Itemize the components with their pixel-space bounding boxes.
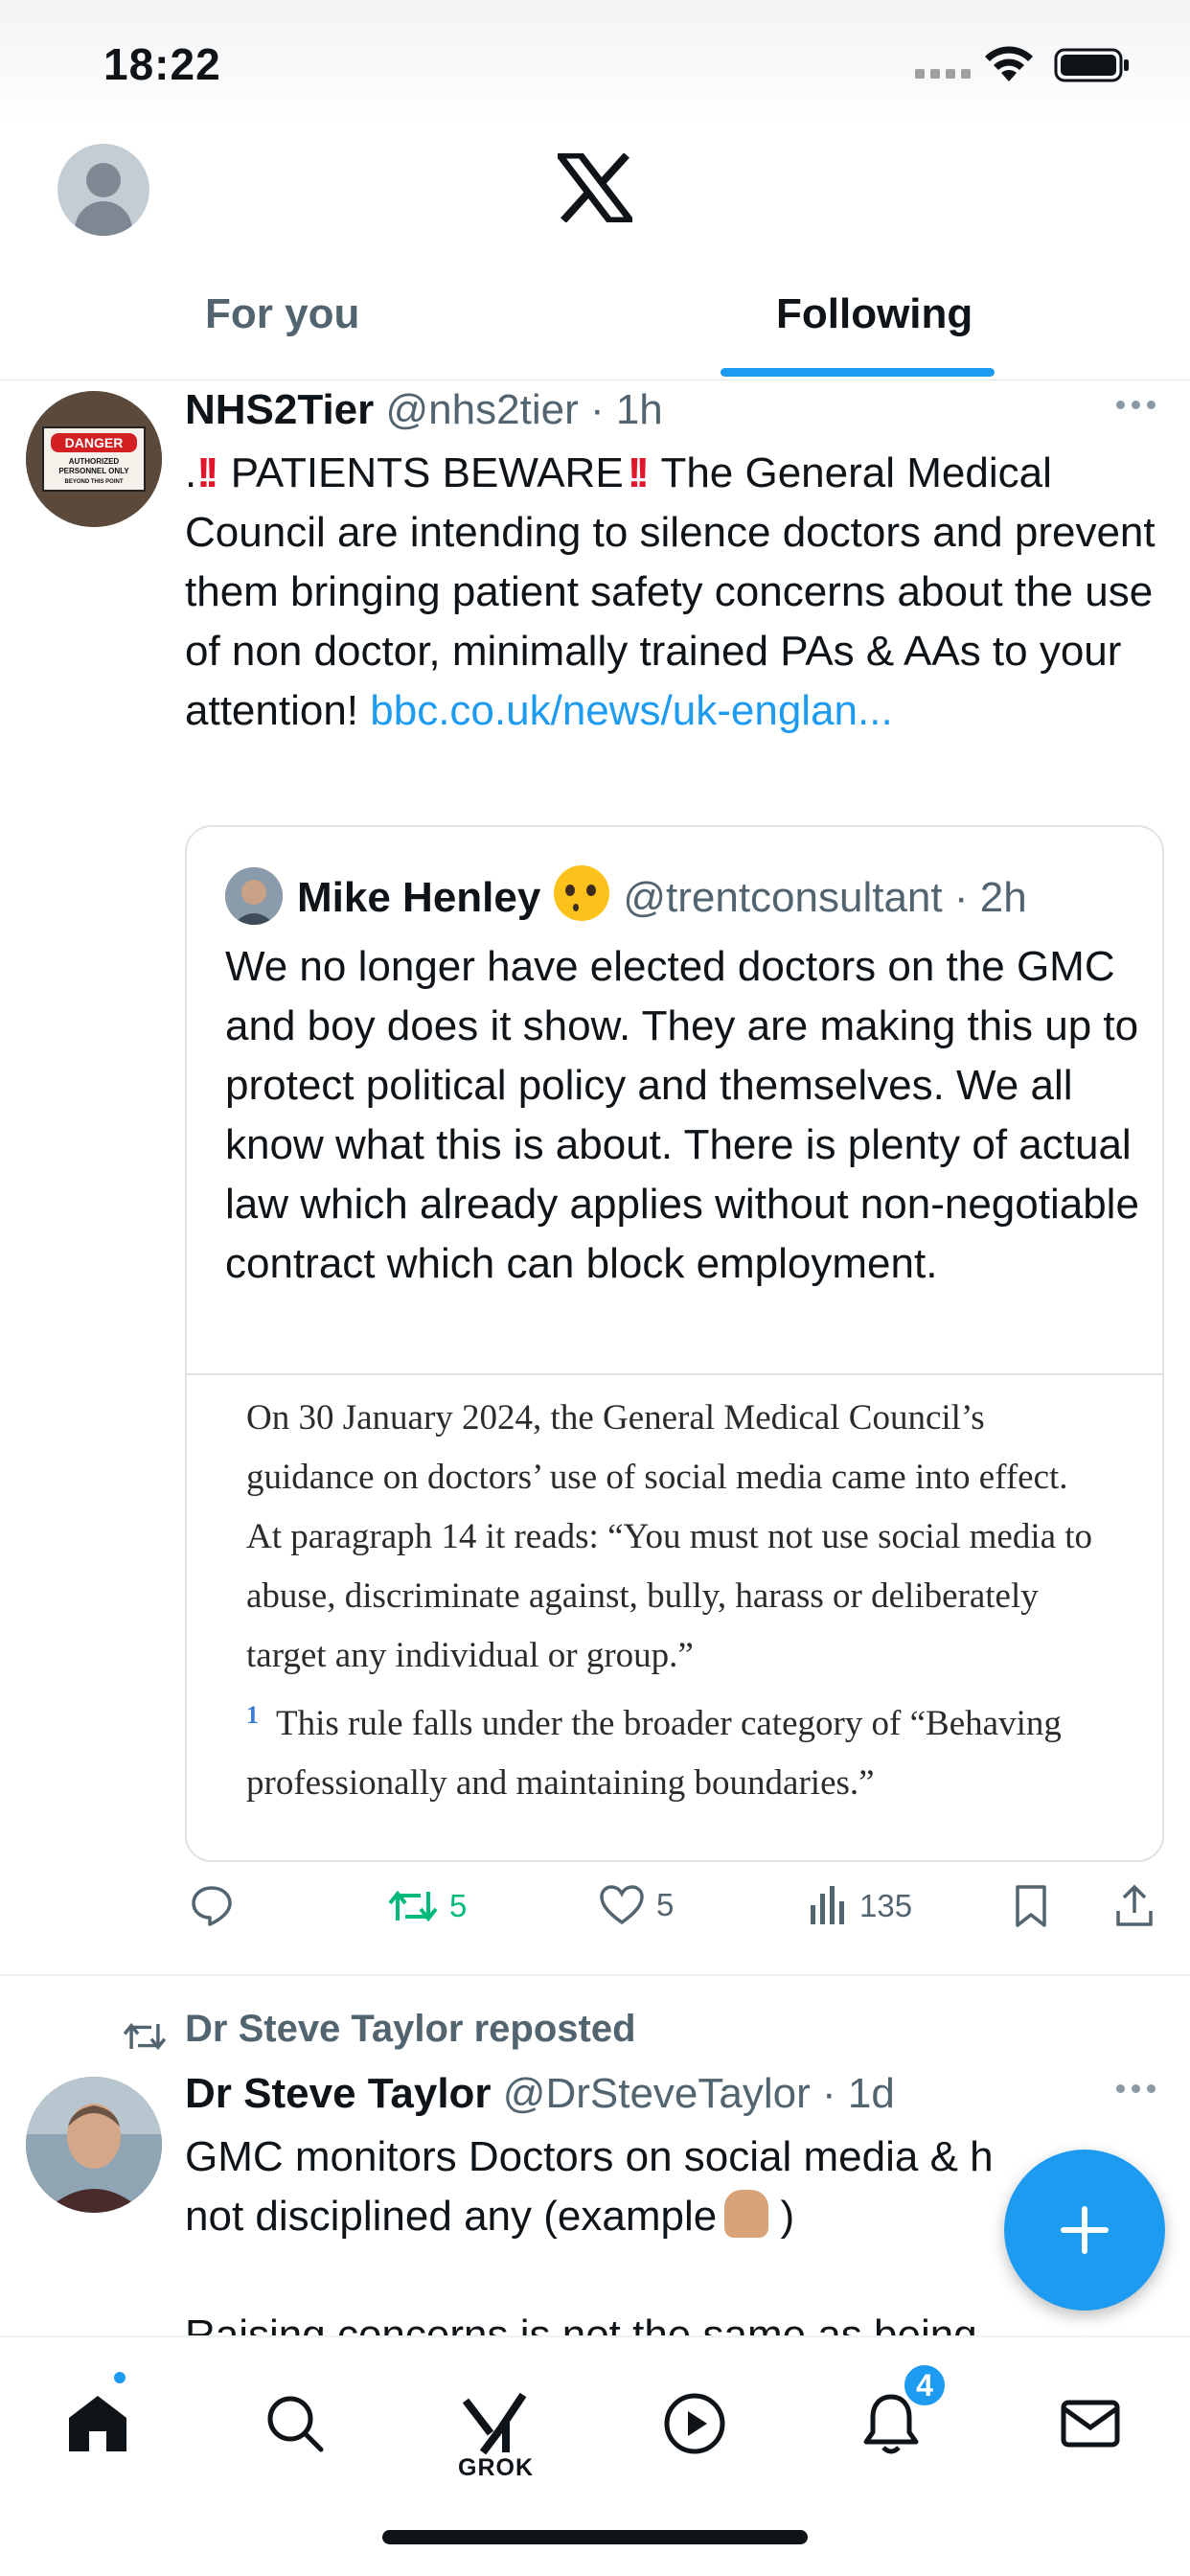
- author-name[interactable]: Dr Steve Taylor: [185, 2070, 492, 2117]
- repost-button[interactable]: 5: [388, 1884, 467, 1928]
- tweet-link[interactable]: bbc.co.uk/news/uk-englan...: [370, 687, 892, 734]
- double-exclamation-icon: !!: [627, 449, 650, 496]
- more-options-icon[interactable]: [1116, 401, 1156, 409]
- quote-author-name: Mike Henley: [297, 874, 541, 921]
- reposted-icon: [123, 2022, 167, 2051]
- nav-messages[interactable]: [1047, 2376, 1133, 2472]
- tweet-author-line: NHS2Tier @nhs2tier · 1h: [185, 386, 663, 433]
- tweet-text: .!! PATIENTS BEWARE!! The General Medica…: [185, 449, 1156, 734]
- share-icon: [1116, 1884, 1153, 1926]
- tweet-time: 1d: [847, 2070, 895, 2117]
- cellular-signal-icon: [915, 69, 971, 79]
- reposted-by-label[interactable]: Dr Steve Taylor reposted: [185, 2008, 636, 2051]
- reply-icon: [192, 1886, 232, 1926]
- nav-home[interactable]: [55, 2376, 141, 2472]
- svg-text:DANGER: DANGER: [65, 435, 124, 450]
- nav-search[interactable]: [252, 2376, 338, 2472]
- quote-text: We no longer have elected doctors on the…: [225, 943, 1139, 1287]
- home-icon: [69, 2396, 126, 2451]
- bookmark-icon: [1016, 1885, 1046, 1927]
- battery-icon: [1054, 48, 1129, 82]
- heart-icon: [600, 1885, 644, 1925]
- alert-text: PATIENTS BEWARE: [230, 449, 624, 496]
- author-handle[interactable]: @nhs2tier: [386, 386, 579, 433]
- repost-count: 5: [449, 1888, 468, 1923]
- tweet-divider: [0, 1974, 1190, 1976]
- author-avatar[interactable]: [26, 2077, 162, 2213]
- danger-sign-image: DANGER AUTHORIZED PERSONNEL ONLY BEYOND …: [26, 391, 162, 527]
- mail-icon: [1061, 2400, 1120, 2448]
- play-circle-icon: [664, 2393, 725, 2454]
- quote-author-handle: @trentconsultant: [623, 874, 943, 921]
- home-indicator[interactable]: [382, 2530, 808, 2544]
- tweet-actions: 5 5 135: [185, 1884, 1172, 1942]
- double-exclamation-icon: !!: [196, 449, 218, 496]
- grok-label: GROK: [458, 2454, 534, 2481]
- tab-following[interactable]: Following: [776, 290, 973, 338]
- view-count: 135: [859, 1888, 913, 1923]
- like-button[interactable]: 5: [599, 1884, 674, 1926]
- pointing-down-emoji-icon: [724, 2190, 769, 2238]
- notifications-badge: 4: [901, 2361, 949, 2409]
- x-logo-icon: [558, 153, 632, 222]
- compose-button[interactable]: [1004, 2150, 1165, 2311]
- quote-author-avatar: [225, 867, 283, 925]
- home-notification-dot: [111, 2369, 128, 2386]
- repost-icon: [388, 1890, 438, 1922]
- nav-video[interactable]: [652, 2376, 738, 2472]
- like-count: 5: [656, 1887, 675, 1922]
- tab-for-you[interactable]: For you: [205, 290, 359, 338]
- wifi-icon: [985, 46, 1033, 81]
- quote-author-line: Mike Henley @trentconsultant · 2h: [297, 865, 1027, 922]
- reply-button[interactable]: [190, 1884, 245, 1928]
- bookmark-button[interactable]: [1014, 1884, 1048, 1928]
- media-text: On 30 January 2024, the General Medical …: [246, 1398, 1093, 1803]
- tweet-time: 1h: [615, 386, 663, 433]
- active-tab-indicator: [721, 368, 995, 377]
- grok-icon: [462, 2392, 527, 2455]
- search-icon: [267, 2396, 324, 2452]
- quoted-tweet[interactable]: Mike Henley @trentconsultant · 2h We no l…: [185, 825, 1164, 1862]
- timeline-tabs: For you Following: [0, 273, 1190, 380]
- plus-icon: [1061, 2206, 1109, 2254]
- author-name[interactable]: NHS2Tier: [185, 386, 374, 433]
- share-button[interactable]: [1114, 1884, 1155, 1928]
- quote-media-image[interactable]: On 30 January 2024, the General Medical …: [187, 1373, 1162, 1860]
- profile-avatar-button[interactable]: [57, 144, 149, 236]
- status-time: 18:22: [103, 39, 221, 89]
- status-bar: 18:22: [0, 0, 1190, 125]
- tweet-author-line: Dr Steve Taylor @DrSteveTaylor · 1d: [185, 2070, 895, 2117]
- author-handle[interactable]: @DrSteveTaylor: [503, 2070, 811, 2117]
- quote-time: 2h: [979, 874, 1027, 921]
- svg-text:PERSONNEL ONLY: PERSONNEL ONLY: [58, 467, 129, 475]
- svg-text:BEYOND THIS POINT: BEYOND THIS POINT: [64, 479, 123, 485]
- author-avatar[interactable]: DANGER AUTHORIZED PERSONNEL ONLY BEYOND …: [26, 391, 162, 527]
- more-options-icon[interactable]: [1116, 2084, 1156, 2093]
- raised-eyebrow-emoji-icon: [554, 865, 610, 921]
- views-chart-icon: [811, 1886, 844, 1924]
- svg-text:AUTHORIZED: AUTHORIZED: [69, 457, 120, 466]
- views-button[interactable]: 135: [808, 1884, 912, 1928]
